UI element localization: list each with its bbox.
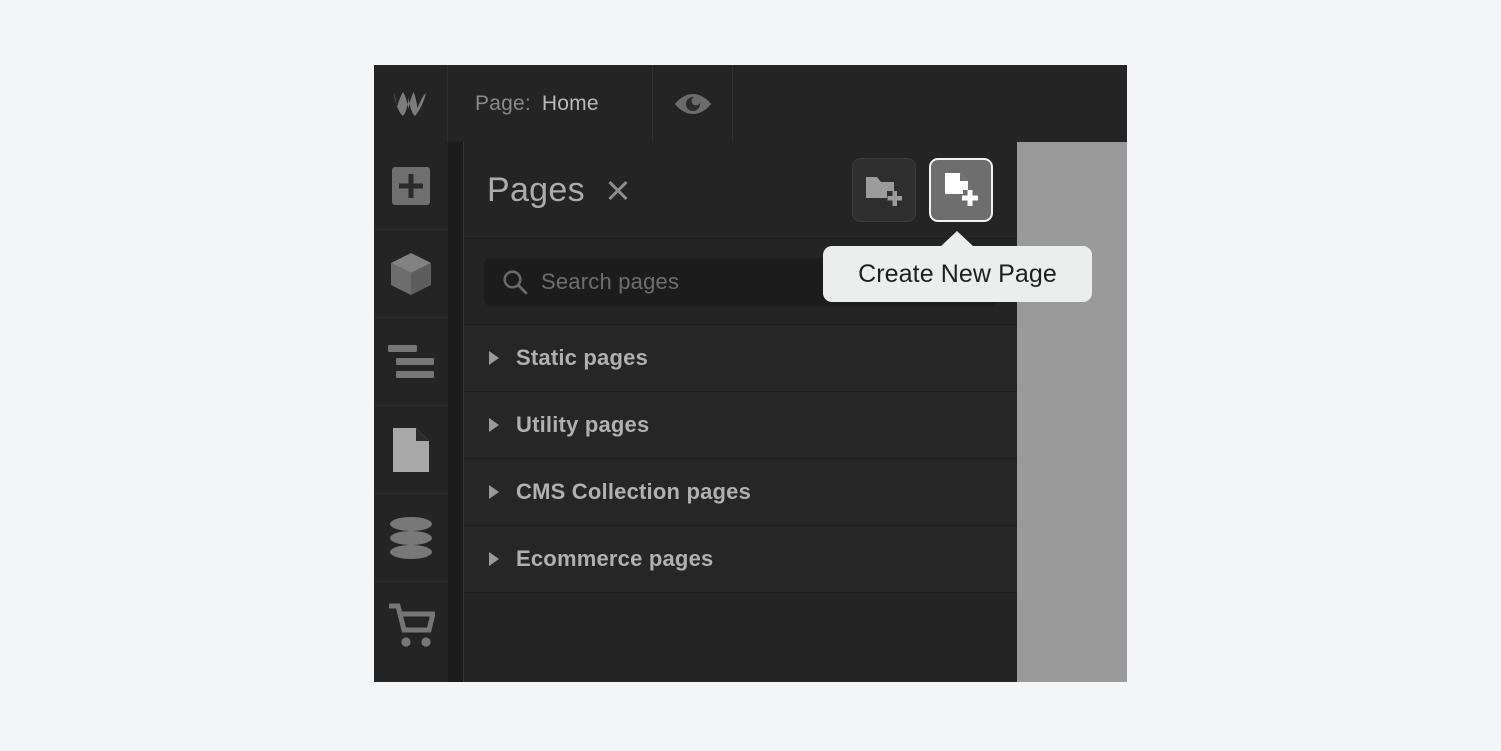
page-name-value: Home <box>541 91 599 115</box>
section-row-utility-pages[interactable]: Utility pages <box>464 392 1017 459</box>
search-icon <box>503 269 528 294</box>
create-new-page-tooltip: Create New Page <box>823 246 1092 302</box>
components-cube-icon <box>391 252 431 295</box>
section-row-cms-collection-pages[interactable]: CMS Collection pages <box>464 459 1017 526</box>
top-bar: Page: Home <box>374 65 1127 142</box>
section-row-static-pages[interactable]: Static pages <box>464 325 1017 392</box>
rail-panel-divider <box>449 142 463 682</box>
current-page-indicator[interactable]: Page: Home <box>448 65 653 142</box>
left-icon-rail <box>374 142 449 682</box>
chevron-right-icon <box>489 418 499 432</box>
sidebar-item-pages-panel[interactable] <box>374 406 448 494</box>
panel-header-actions <box>852 158 993 222</box>
ecommerce-cart-icon <box>389 603 435 647</box>
top-bar-spacer <box>733 65 1127 142</box>
new-folder-button[interactable] <box>852 158 916 222</box>
section-label: Ecommerce pages <box>516 546 714 571</box>
preview-toggle-button[interactable] <box>653 65 733 142</box>
new-folder-icon <box>866 177 902 206</box>
chevron-right-icon <box>489 485 499 499</box>
eye-icon <box>674 93 711 114</box>
pages-document-icon <box>393 427 429 472</box>
close-icon[interactable] <box>605 177 631 203</box>
pages-panel-empty-area <box>464 593 1017 682</box>
add-elements-icon <box>392 166 430 205</box>
chevron-right-icon <box>489 552 499 566</box>
webflow-logo-button[interactable] <box>374 65 448 142</box>
section-label: Static pages <box>516 345 649 370</box>
webflow-logo-icon <box>394 92 426 116</box>
design-canvas[interactable] <box>1017 142 1127 682</box>
page-label: Page: <box>475 91 531 115</box>
sidebar-item-add-panel[interactable] <box>374 142 448 230</box>
webflow-designer-window: Page: Home Pages Search pages Static pag… <box>374 65 1127 682</box>
section-row-ecommerce-pages[interactable]: Ecommerce pages <box>464 526 1017 593</box>
pages-panel-header: Pages <box>464 142 1017 239</box>
new-page-icon <box>945 173 978 206</box>
sidebar-item-navigator-panel[interactable] <box>374 318 448 406</box>
sidebar-item-ecommerce-panel[interactable] <box>374 582 448 670</box>
sidebar-item-cms-panel[interactable] <box>374 494 448 582</box>
section-label: CMS Collection pages <box>516 479 752 504</box>
new-page-button[interactable] <box>929 158 993 222</box>
tooltip-arrow <box>940 231 974 247</box>
cms-database-icon <box>390 516 432 559</box>
panel-title: Pages <box>487 170 585 209</box>
chevron-right-icon <box>489 351 499 365</box>
navigator-lines-icon <box>388 344 434 378</box>
section-label: Utility pages <box>516 412 650 437</box>
pages-panel: Pages Search pages Static pages Utility … <box>463 142 1017 682</box>
sidebar-item-components-panel[interactable] <box>374 230 448 318</box>
tooltip-text: Create New Page <box>858 259 1057 288</box>
search-placeholder: Search pages <box>541 268 680 294</box>
